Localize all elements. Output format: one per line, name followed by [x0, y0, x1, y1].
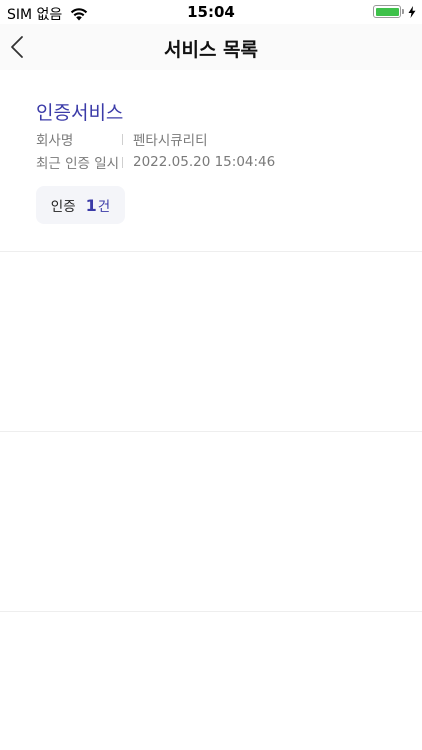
empty-card-slot: [0, 432, 422, 612]
last-auth-row: 최근 인증 일시 2022.05.20 15:04:46: [36, 152, 275, 172]
auth-count: 1: [85, 195, 97, 215]
last-auth-value: 2022.05.20 15:04:46: [133, 154, 276, 170]
last-auth-label: 최근 인증 일시: [36, 156, 120, 172]
empty-card-slot: [0, 612, 422, 750]
battery-icon: [373, 5, 401, 18]
auth-unit: 건: [97, 199, 111, 215]
status-bar: SIM 없음 15:04: [0, 0, 422, 24]
service-card[interactable]: 인증서비스 회사명 펜타시큐리티 최근 인증 일시 2022.05.20 15:…: [0, 72, 422, 252]
navigation-bar: 서비스 목록: [0, 24, 422, 70]
divider: [122, 133, 123, 145]
status-time: 15:04: [187, 3, 235, 21]
company-label: 회사명: [36, 133, 74, 149]
status-right: [373, 5, 416, 18]
charging-bolt-icon: [408, 5, 416, 18]
battery-level: [375, 7, 399, 16]
service-name: 인증서비스: [36, 102, 124, 124]
page-title: 서비스 목록: [163, 39, 258, 61]
battery-tip: [402, 9, 404, 14]
divider: [122, 156, 123, 168]
company-value: 펜타시큐리티: [133, 133, 208, 149]
auth-label: 인증: [50, 199, 76, 215]
auth-count-button[interactable]: 인증 1 건: [36, 186, 125, 224]
empty-card-slot: [0, 252, 422, 432]
company-row: 회사명 펜타시큐리티: [36, 129, 208, 149]
